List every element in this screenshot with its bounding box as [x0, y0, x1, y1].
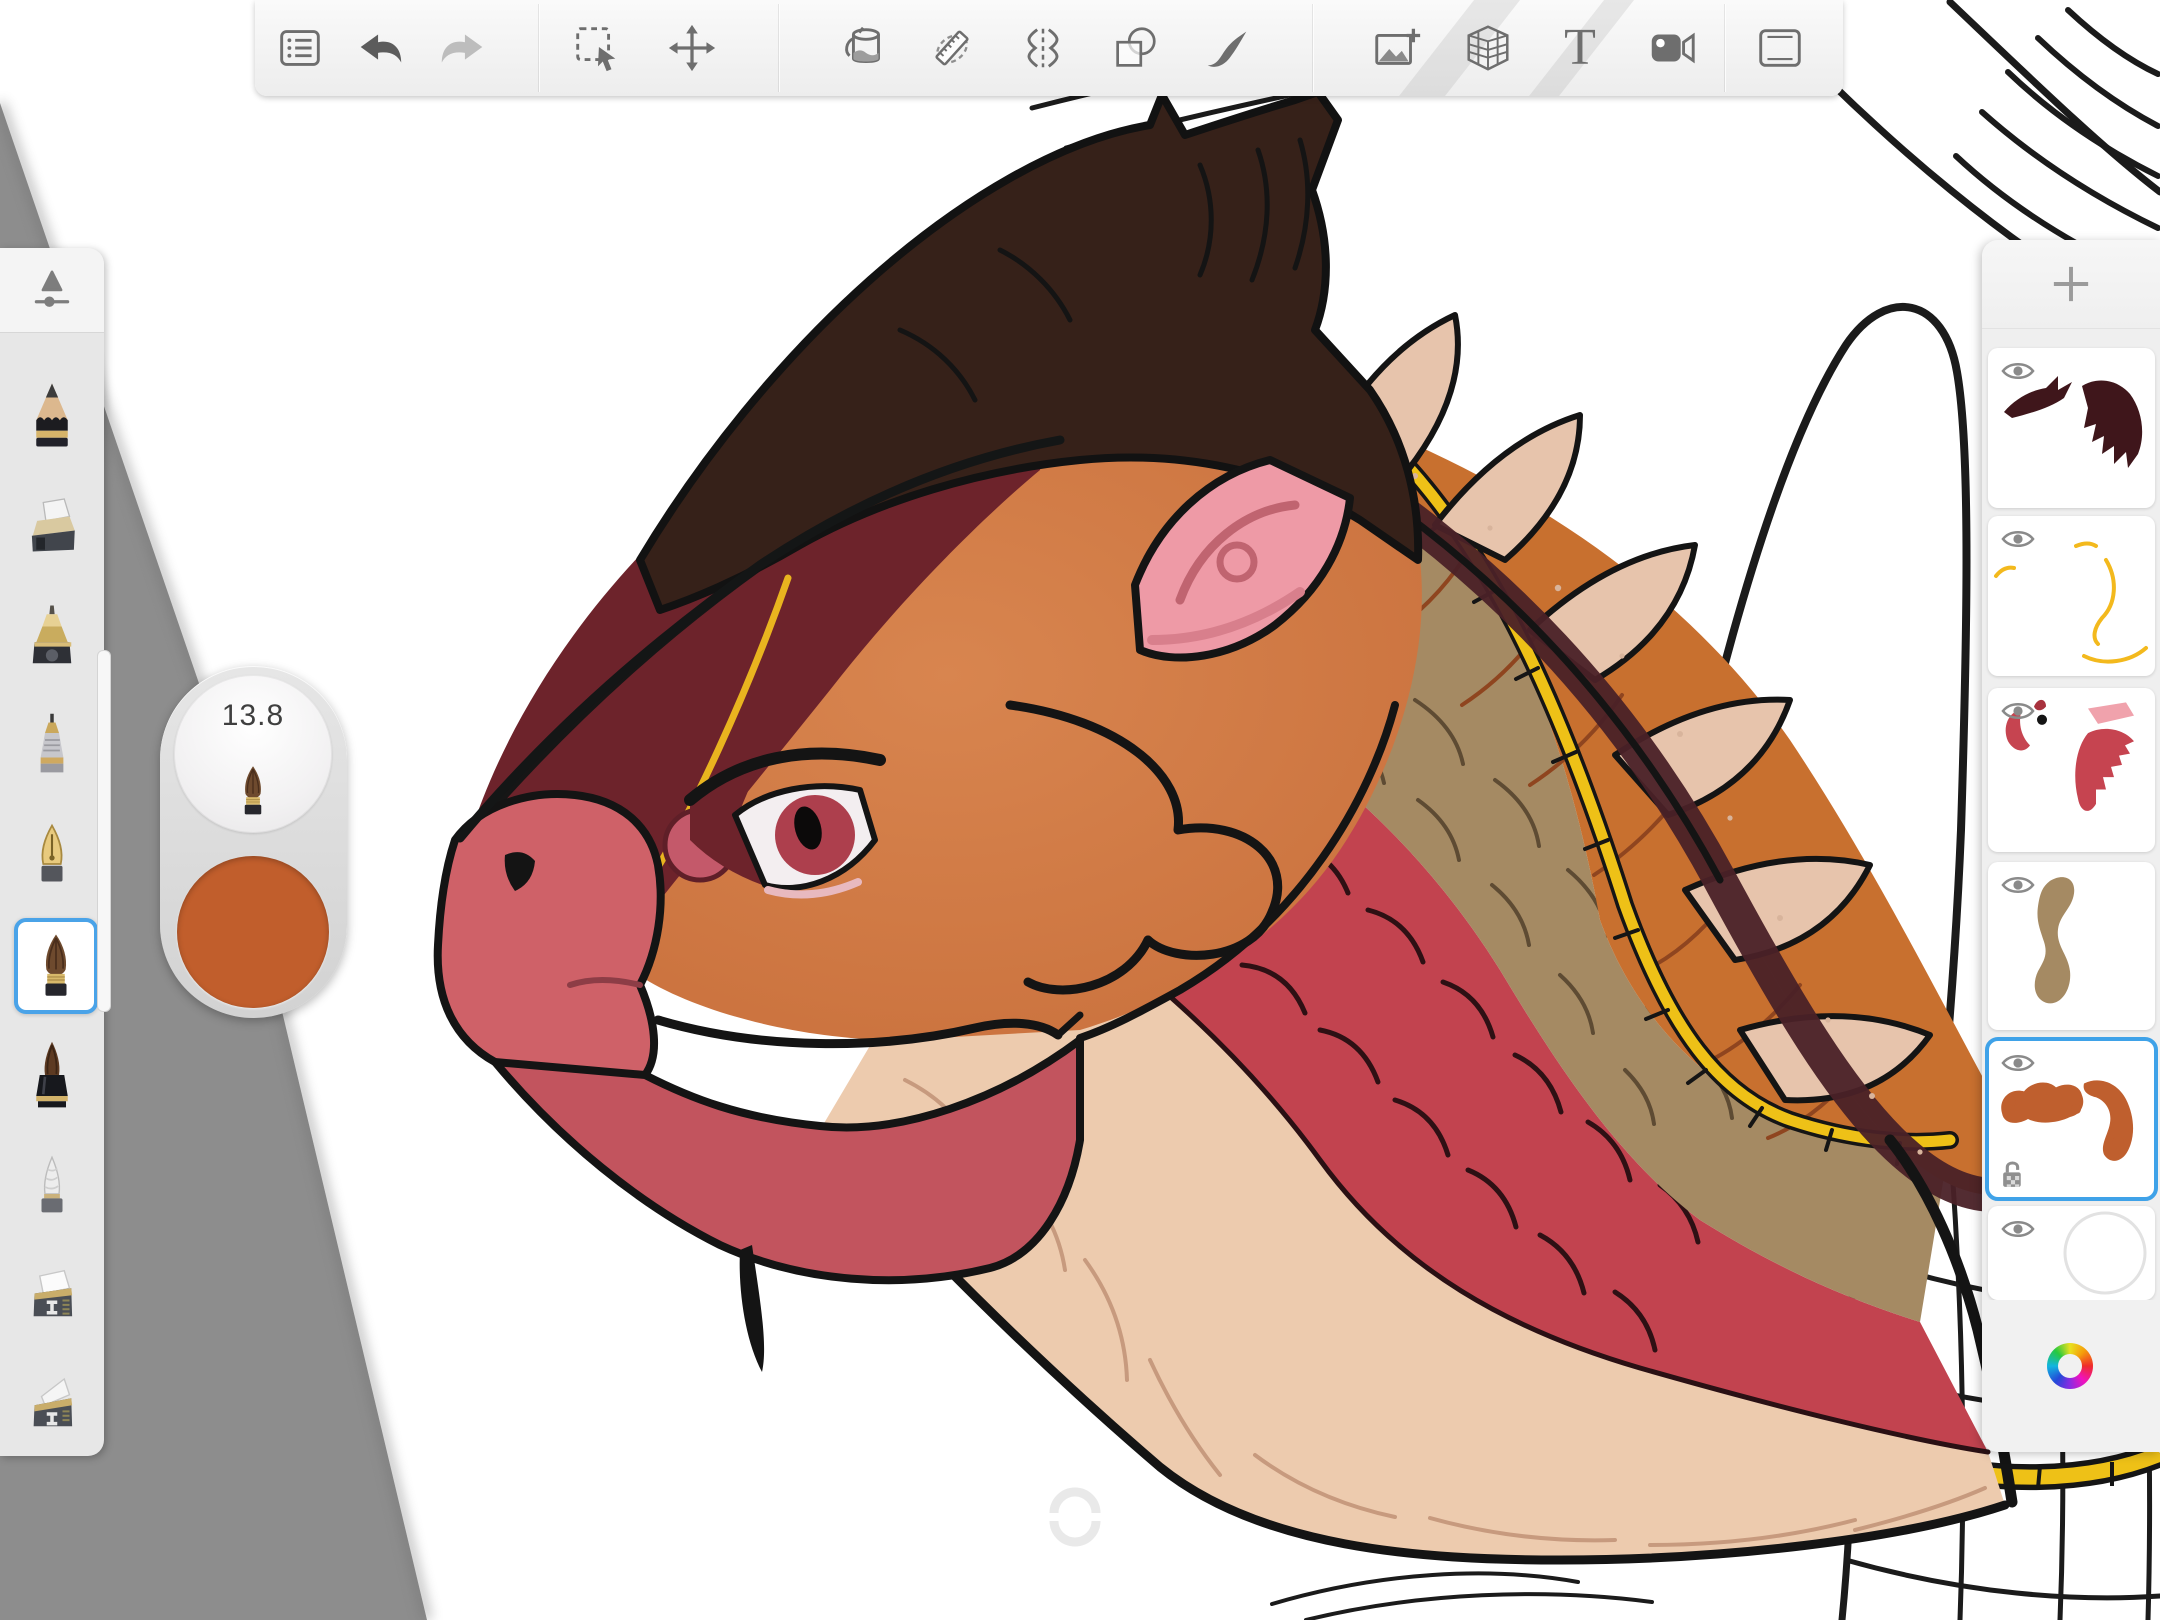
toolbar-group-separator	[1724, 4, 1725, 92]
canvas-frame-icon	[1753, 21, 1807, 75]
symmetry-icon	[1016, 21, 1070, 75]
top-toolbar: T	[255, 0, 1843, 96]
technical-pen-icon	[24, 712, 80, 782]
text-button[interactable]: T	[1552, 20, 1608, 76]
puck-brush-icon	[231, 763, 275, 819]
redo-icon	[436, 21, 490, 75]
layer-item-khaki-scales-layer[interactable]	[1988, 862, 2155, 1030]
symmetry-button[interactable]	[1015, 20, 1071, 76]
layer-visibility-eye-icon[interactable]	[2000, 526, 2036, 552]
ink-nib-icon	[24, 822, 80, 892]
brush-tool-technical-pen[interactable]	[14, 703, 90, 791]
frame-button[interactable]	[1752, 20, 1808, 76]
undo-icon	[353, 21, 407, 75]
layer-visibility-eye-icon[interactable]	[2000, 872, 2036, 898]
text-icon: T	[1564, 22, 1596, 74]
layer-visibility-eye-icon[interactable]	[2000, 1216, 2036, 1242]
layer-transparency-lock-icon[interactable]	[2000, 1159, 2027, 1190]
shapes-button[interactable]	[1107, 20, 1163, 76]
perspective-button[interactable]	[1460, 20, 1516, 76]
add-image-button[interactable]	[1369, 20, 1425, 76]
brush-tool-paintbrush[interactable]	[14, 918, 98, 1014]
layers-footer	[1982, 1300, 2160, 1452]
layer-item-red-mouth-layer[interactable]	[1988, 688, 2155, 852]
toolbar-group-separator	[538, 4, 539, 92]
camera-button[interactable]	[1644, 20, 1700, 76]
soft-eraser-icon	[24, 1262, 80, 1332]
shapes-icon	[1108, 21, 1162, 75]
ruler-icon	[925, 21, 979, 75]
toolbar-group-separator	[778, 4, 779, 92]
brush-panel-scrollbar[interactable]	[97, 650, 111, 1012]
brush-size-value: 13.8	[174, 699, 332, 733]
marquee-select-icon	[570, 21, 624, 75]
brush-settings-icon	[26, 264, 78, 316]
brush-tool-brush-pen[interactable]	[14, 1031, 90, 1119]
brush-library-panel	[0, 248, 104, 1456]
brush-settings-button[interactable]	[0, 248, 104, 333]
color-wheel-button[interactable]	[2047, 1343, 2093, 1389]
add-image-icon	[1370, 21, 1424, 75]
brush-tool-chisel-eraser[interactable]	[14, 1363, 90, 1451]
paint-bucket-icon	[838, 21, 892, 75]
layer-item-horns-layer[interactable]	[1988, 348, 2155, 508]
add-layer-button[interactable]	[1982, 240, 2160, 329]
layer-visibility-eye-icon[interactable]	[2000, 698, 2036, 724]
stroke-button[interactable]	[1199, 20, 1255, 76]
layer-item-yellow-accents-layer[interactable]	[1988, 516, 2155, 676]
pencil-icon	[24, 380, 80, 450]
brush-tool-airbrush[interactable]	[14, 593, 90, 681]
toolbar-group-separator	[1312, 4, 1313, 92]
undo-button[interactable]	[352, 20, 408, 76]
eraser-block-icon	[24, 492, 80, 562]
stroke-curve-icon	[1200, 21, 1254, 75]
perspective-grid-icon	[1461, 21, 1515, 75]
layers-panel	[1982, 240, 2160, 1452]
paintbrush-icon	[28, 931, 84, 1001]
layer-item-bottom-layer[interactable]	[1988, 1206, 2155, 1300]
move-icon	[665, 21, 719, 75]
brush-pen-icon	[24, 1040, 80, 1110]
menu-button[interactable]	[272, 20, 328, 76]
redo-button[interactable]	[435, 20, 491, 76]
color-puck[interactable]	[177, 856, 329, 1008]
fill-button[interactable]	[837, 20, 893, 76]
layer-visibility-eye-icon[interactable]	[2000, 1050, 2036, 1076]
camera-icon	[1645, 21, 1699, 75]
airbrush-icon	[24, 602, 80, 672]
select-button[interactable]	[569, 20, 625, 76]
brush-tool-soft-eraser[interactable]	[14, 1253, 90, 1341]
menu-icon	[273, 21, 327, 75]
ruler-button[interactable]	[924, 20, 980, 76]
brush-tool-smudge-stick[interactable]	[14, 1143, 90, 1231]
brush-size-puck[interactable]: 13.8	[174, 675, 332, 833]
move-button[interactable]	[664, 20, 720, 76]
brush-color-puck[interactable]: 13.8	[160, 666, 347, 1018]
smudge-stick-icon	[24, 1152, 80, 1222]
plus-icon	[2047, 260, 2095, 308]
app-window: { "app": { "type": "digital-painting-app…	[0, 0, 2160, 1620]
layer-visibility-eye-icon[interactable]	[2000, 358, 2036, 384]
chisel-eraser-icon	[24, 1372, 80, 1442]
brush-tool-eraser-block[interactable]	[14, 483, 90, 571]
layer-item-orange-base-layer[interactable]	[1988, 1040, 2155, 1198]
brush-tool-pencil[interactable]	[14, 371, 90, 459]
brush-tool-ink-nib[interactable]	[14, 813, 90, 901]
